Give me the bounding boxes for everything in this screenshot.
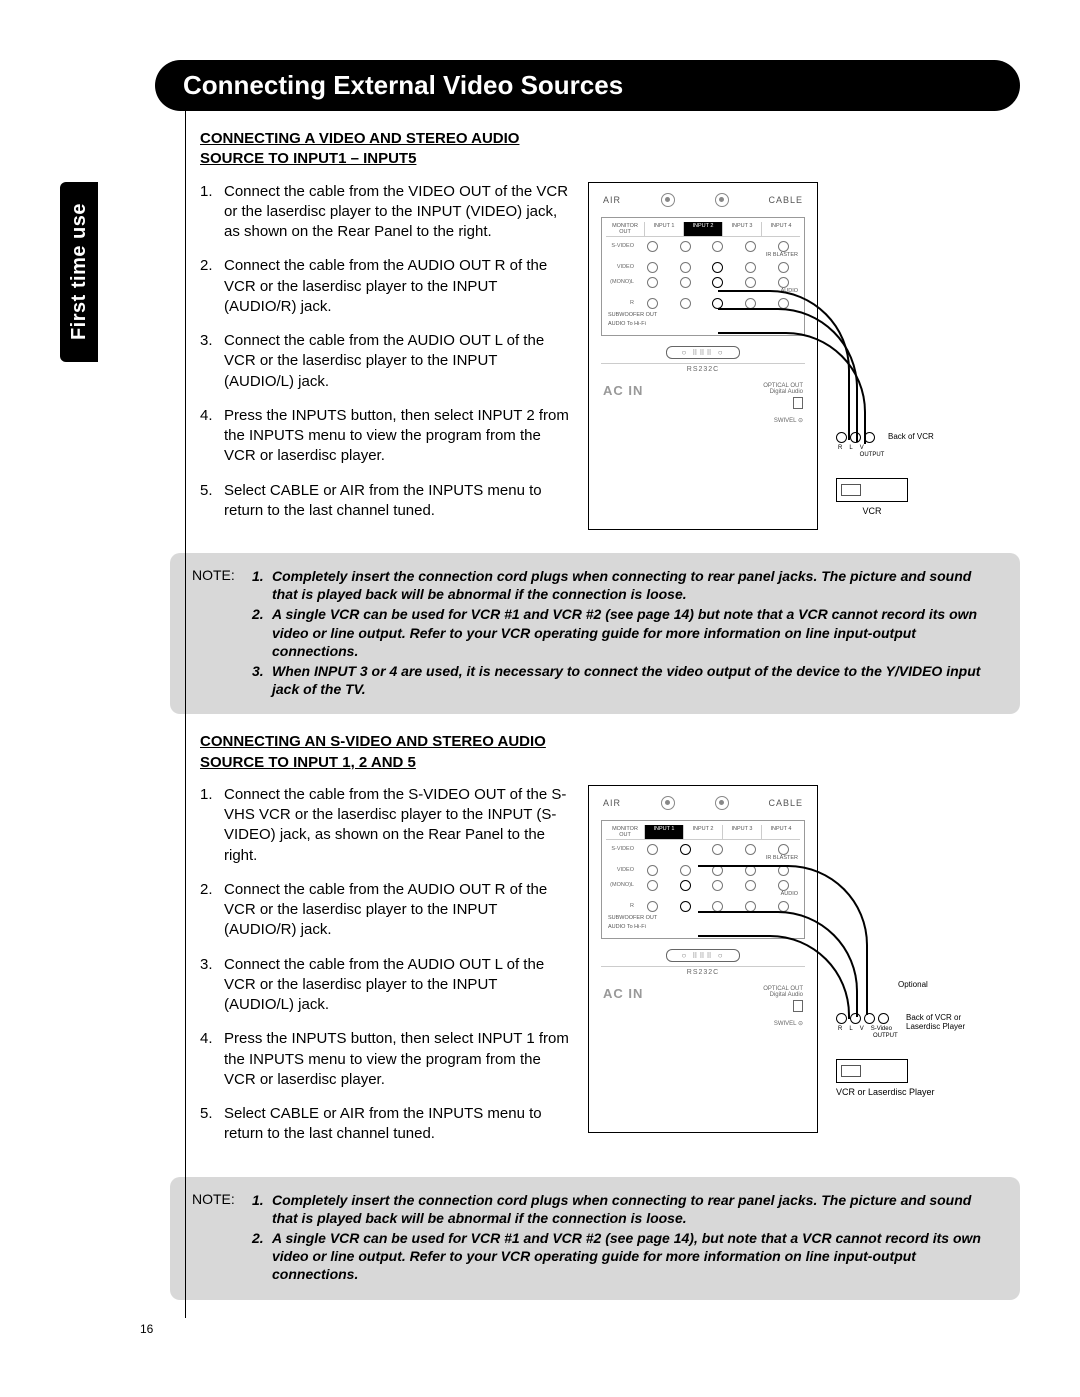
section2-steps: 1.Connect the cable from the S-VIDEO OUT… [200, 785, 570, 1159]
page-number: 16 [140, 1322, 153, 1336]
coax-icon [715, 796, 729, 810]
diagram-2: AIR CABLE MONITOR OUT INPUT 1 INPUT 2 IN… [588, 785, 1020, 1135]
side-tab: First time use [60, 182, 98, 362]
external-device-1: RLV OUTPUT VCR [836, 432, 908, 516]
vcr-icon [836, 478, 908, 502]
coax-icon [715, 193, 729, 207]
coax-icon [661, 796, 675, 810]
vertical-rule [185, 100, 186, 1318]
note-box-1: NOTE: 1.Completely insert the connection… [170, 553, 1020, 714]
section1-heading: CONNECTING A VIDEO AND STEREO AUDIO SOUR… [200, 129, 1020, 170]
section2-heading: CONNECTING AN S-VIDEO AND STEREO AUDIO S… [200, 732, 1020, 773]
section1-steps: 1.Connect the cable from the VIDEO OUT o… [200, 182, 570, 536]
page-title: Connecting External Video Sources [155, 60, 1020, 111]
coax-icon [661, 193, 675, 207]
vcr-icon [836, 1059, 908, 1083]
note-box-2: NOTE: 1.Completely insert the connection… [170, 1177, 1020, 1300]
diagram-1: AIR CABLE MONITOR OUT INPUT 1 INPUT 2 IN… [588, 182, 1020, 532]
side-tab-label: First time use [68, 203, 91, 340]
